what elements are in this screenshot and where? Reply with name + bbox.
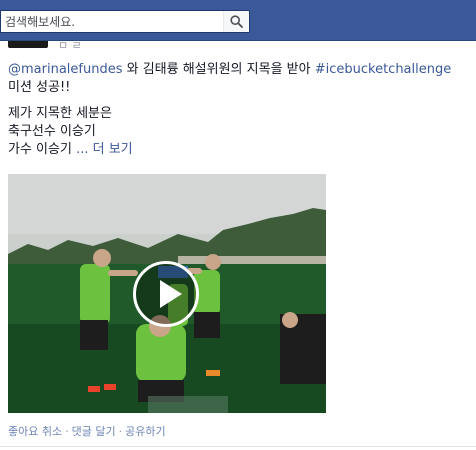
play-icon [160, 280, 182, 308]
post-text-line-1-body: 와 김태륭 해설위원의 지목을 받아 [122, 62, 315, 77]
hashtag-link[interactable]: #icebucketchallenge [315, 62, 452, 77]
comment-link[interactable]: 댓글 달기 [72, 425, 116, 438]
post-meta-fragment: ㅁ ㄹ [58, 39, 82, 52]
post-actions: 좋아요 취소 · 댓글 달기 · 공유하기 [8, 423, 166, 439]
search-box [0, 10, 250, 33]
search-button[interactable] [223, 11, 249, 32]
post-text-line-4: 축구선수 이승기 [8, 124, 96, 139]
post-text-line-2: 미션 성공!! [8, 80, 71, 95]
post-text-line-1: @marinalefundes 와 김태륭 해설위원의 지목을 받아 #iceb… [8, 61, 470, 79]
post-divider [0, 446, 476, 447]
separator: · [118, 425, 123, 438]
mention-link[interactable]: @marinalefundes [8, 62, 122, 77]
top-navigation-bar [0, 0, 476, 41]
share-link[interactable]: 공유하기 [125, 425, 165, 438]
post-text-line-3: 제가 지목한 세분은 [8, 106, 112, 121]
separator: · [65, 425, 69, 438]
post-text: @marinalefundes 와 김태륭 해설위원의 지목을 받아 #iceb… [8, 61, 470, 159]
avatar[interactable] [8, 41, 48, 48]
unlike-link[interactable]: 좋아요 취소 [8, 425, 62, 438]
see-more-link[interactable]: ... 더 보기 [76, 142, 133, 157]
video-player[interactable] [8, 174, 326, 413]
feed-post: ㅁ ㄹ @marinalefundes 와 김태륭 해설위원의 지목을 받아 #… [0, 39, 476, 450]
post-text-line-5: 가수 이승기 ... 더 보기 [8, 141, 470, 159]
play-button[interactable] [133, 261, 199, 327]
post-text-line-5-body: 가수 이승기 [8, 142, 77, 157]
magnifier-icon [230, 15, 243, 28]
search-input[interactable] [1, 11, 223, 32]
